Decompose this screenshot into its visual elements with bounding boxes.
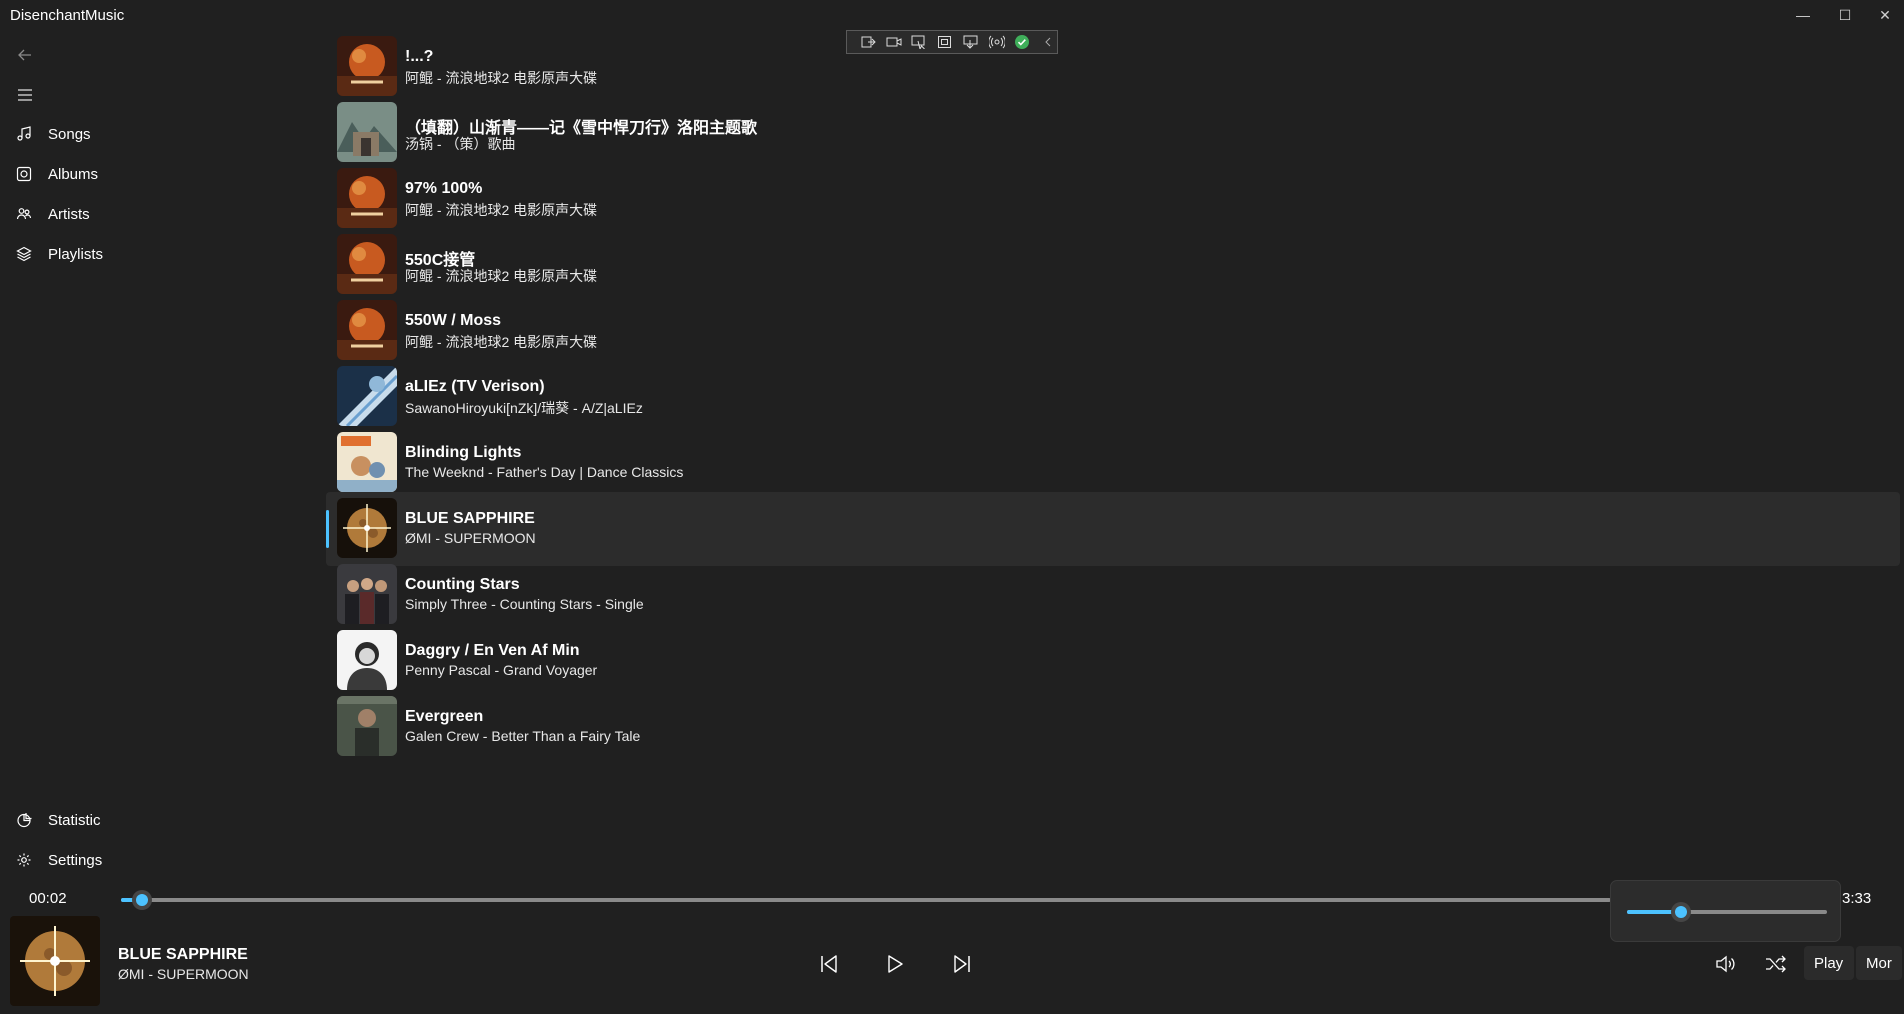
song-subtitle: 阿鲲 - 流浪地球2 电影原声大碟 [405, 268, 598, 284]
skip-next-icon [954, 955, 970, 973]
song-subtitle: 阿鲲 - 流浪地球2 电影原声大碟 [405, 70, 598, 86]
sidebar-item-playlists[interactable]: Playlists [8, 236, 308, 272]
song-title: Daggry / En Ven Af Min [405, 642, 580, 659]
song-row[interactable]: 97% 100% 阿鲲 - 流浪地球2 电影原声大碟 [326, 162, 1900, 236]
sidebar-item-label: Playlists [48, 245, 104, 263]
music-note-icon [8, 126, 40, 142]
song-title: BLUE SAPPHIRE [405, 510, 535, 527]
song-subtitle: The Weeknd - Father's Day | Dance Classi… [405, 464, 684, 480]
album-cover [337, 696, 397, 756]
song-subtitle: Galen Crew - Better Than a Fairy Tale [405, 728, 641, 744]
album-cover [337, 564, 397, 624]
sidebar-item-songs[interactable]: Songs [8, 116, 308, 152]
album-cover [337, 168, 397, 228]
album-cover [337, 300, 397, 360]
volume-slider[interactable] [1627, 902, 1827, 922]
sidebar-item-label: Songs [48, 125, 91, 143]
album-cover [337, 630, 397, 690]
song-row[interactable]: Counting Stars Simply Three - Counting St… [326, 558, 1900, 632]
song-subtitle: 汤锅 - （策）歌曲 [405, 136, 516, 152]
app-title: DisenchantMusic [10, 7, 125, 24]
minimize-button[interactable]: — [1780, 0, 1826, 30]
song-row[interactable]: 550C接管 阿鲲 - 流浪地球2 电影原声大碟 [326, 228, 1900, 302]
hamburger-menu-icon [18, 89, 32, 101]
sidebar-item-settings[interactable]: Settings [8, 842, 308, 878]
song-subtitle: 阿鲲 - 流浪地球2 电影原声大碟 [405, 334, 598, 350]
current-time: 00:02 [29, 890, 67, 907]
album-cover [337, 498, 397, 558]
album-cover [337, 36, 397, 96]
shuffle-button[interactable] [1758, 948, 1794, 980]
song-row[interactable]: Evergreen Galen Crew - Better Than a Fair… [326, 690, 1900, 764]
song-title: Evergreen [405, 708, 484, 725]
sidebar-item-artists[interactable]: Artists [8, 196, 308, 232]
progress-slider[interactable] [121, 890, 1611, 910]
album-cover [337, 366, 397, 426]
song-row[interactable]: aLIEz (TV Verison) SawanoHiroyuki[nZk]/瑞葵… [326, 360, 1900, 434]
close-button[interactable]: ✕ [1862, 0, 1904, 30]
next-button[interactable] [944, 946, 980, 982]
song-list: !...? 阿鲲 - 流浪地球2 电影原声大碟 （填翻）山渐青——记《雪中悍刀行》洛… [326, 34, 1900, 886]
total-time: 3:33 [1842, 890, 1872, 907]
song-subtitle: Simply Three - Counting Stars - Single [405, 596, 644, 612]
now-playing-title: BLUE SAPPHIRE [118, 946, 248, 963]
now-playing-subtitle: ØMI - SUPERMOON [118, 966, 249, 982]
song-subtitle: ØMI - SUPERMOON [405, 530, 536, 546]
volume-flyout [1610, 880, 1841, 942]
song-title: aLIEz (TV Verison) [405, 378, 545, 395]
song-title: Blinding Lights [405, 444, 522, 461]
sidebar-item-label: Settings [48, 851, 103, 869]
song-row[interactable]: （填翻）山渐青——记《雪中悍刀行》洛阳主题歌 汤锅 - （策）歌曲 [326, 96, 1900, 170]
album-cover [337, 432, 397, 492]
menu-button[interactable] [12, 82, 38, 108]
skip-previous-icon [821, 955, 837, 973]
song-subtitle: 阿鲲 - 流浪地球2 电影原声大碟 [405, 202, 598, 218]
play-icon [888, 955, 903, 973]
play-button[interactable] [877, 946, 913, 982]
people-icon [8, 206, 40, 222]
album-cover [337, 234, 397, 294]
back-button[interactable] [12, 42, 38, 68]
song-row[interactable]: BLUE SAPPHIRE ØMI - SUPERMOON [326, 492, 1900, 566]
more-button[interactable]: Mor [1856, 946, 1902, 980]
album-cover [337, 102, 397, 162]
previous-button[interactable] [811, 946, 847, 982]
sidebar-item-label: Albums [48, 165, 99, 183]
song-title: Counting Stars [405, 576, 520, 593]
speaker-icon [1716, 955, 1735, 973]
layers-icon [8, 246, 40, 262]
volume-button[interactable] [1708, 948, 1744, 980]
volume-thumb[interactable] [1671, 902, 1691, 922]
sidebar-item-label: Artists [48, 205, 90, 223]
song-subtitle: Penny Pascal - Grand Voyager [405, 662, 598, 678]
song-row[interactable]: Daggry / En Ven Af Min Penny Pascal - Gra… [326, 624, 1900, 698]
sidebar-item-albums[interactable]: Albums [8, 156, 308, 192]
gear-icon [8, 852, 40, 868]
album-icon [8, 166, 40, 182]
song-subtitle: SawanoHiroyuki[nZk]/瑞葵 - A/Z|aLIEz [405, 400, 643, 416]
song-row[interactable]: Blinding Lights The Weeknd - Father's Day… [326, 426, 1900, 500]
title-bar: DisenchantMusic — ☐ ✕ [0, 0, 1904, 32]
back-arrow-icon [18, 49, 31, 61]
song-title: 97% 100% [405, 180, 483, 197]
now-playing-cover[interactable] [10, 916, 100, 1006]
song-row[interactable]: !...? 阿鲲 - 流浪地球2 电影原声大碟 [326, 34, 1900, 104]
sidebar-item-label: Statistic [48, 811, 101, 829]
shuffle-icon [1766, 955, 1786, 973]
song-row[interactable]: 550W / Moss 阿鲲 - 流浪地球2 电影原声大碟 [326, 294, 1900, 368]
selection-indicator [326, 510, 329, 548]
song-title: !...? [405, 48, 434, 65]
play-queue-button[interactable]: Play [1804, 946, 1854, 980]
song-title: 550W / Moss [405, 312, 502, 329]
sidebar-item-statistic[interactable]: Statistic [8, 802, 308, 838]
progress-thumb[interactable] [132, 890, 152, 910]
pie-chart-icon [8, 812, 40, 828]
app-window: DisenchantMusic — ☐ ✕ Songs Albums Artis… [0, 0, 1904, 1014]
